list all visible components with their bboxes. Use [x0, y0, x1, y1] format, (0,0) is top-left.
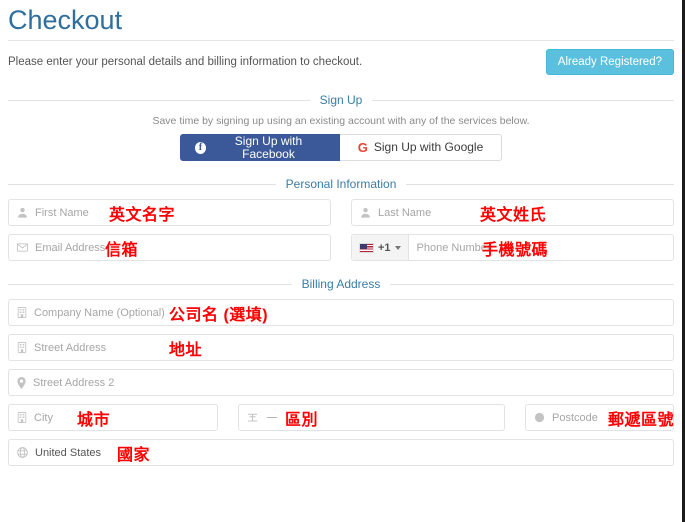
- street-address-annotation: 地址: [169, 341, 203, 359]
- postcode-field[interactable]: Postcode 郵遞區號: [525, 404, 674, 431]
- phone-field[interactable]: +1 Phone Number 手機號碼: [351, 234, 674, 261]
- divider-line-left: [8, 183, 276, 185]
- last-name-placeholder: Last Name: [378, 206, 432, 219]
- postcode-annotation: 郵遞區號: [608, 411, 675, 429]
- building-icon: [17, 307, 27, 318]
- personal-section-divider: Personal Information: [8, 177, 675, 191]
- country-value: United States: [35, 446, 102, 459]
- country-field[interactable]: United States 國家: [8, 439, 674, 466]
- state-empty-dash: [267, 417, 277, 418]
- signup-section-divider: Sign Up: [8, 93, 675, 107]
- email-field[interactable]: Email Address 信箱: [8, 234, 331, 261]
- facebook-icon: f: [195, 141, 206, 154]
- company-name-field[interactable]: Company Name (Optional) 公司名 (選填): [8, 299, 674, 326]
- checkout-page: Checkout Please enter your personal deta…: [0, 0, 685, 522]
- billing-section-label: Billing Address: [301, 277, 381, 291]
- signup-google-label: Sign Up with Google: [373, 140, 484, 154]
- divider-line-left: [8, 283, 292, 285]
- phone-country-code: +1: [378, 241, 391, 254]
- city-annotation: 城市: [77, 411, 111, 429]
- city-placeholder: City: [34, 411, 53, 424]
- signup-section-label: Sign Up: [319, 93, 363, 107]
- state-field[interactable]: 區別: [238, 404, 505, 431]
- map-pin-icon: [17, 376, 26, 389]
- state-annotation: 區別: [285, 411, 319, 429]
- flag-us-icon: [359, 242, 374, 253]
- email-placeholder: Email Address: [35, 241, 106, 254]
- social-signup-row: f Sign Up with Facebook G Sign Up with G…: [0, 134, 682, 161]
- page-title: Checkout: [8, 5, 123, 35]
- company-row: Company Name (Optional) 公司名 (選填): [0, 299, 682, 326]
- street-address-row: Street Address 地址: [0, 334, 682, 361]
- envelope-icon: [17, 242, 28, 253]
- page-subtitle: Please enter your personal details and b…: [8, 56, 363, 68]
- phone-annotation: 手機號碼: [482, 241, 549, 259]
- subheader-row: Please enter your personal details and b…: [0, 41, 682, 77]
- user-icon: [17, 207, 28, 218]
- personal-section-label: Personal Information: [285, 177, 397, 191]
- city-field[interactable]: City 城市: [8, 404, 218, 431]
- globe-icon: [17, 447, 28, 458]
- signup-google-button[interactable]: G Sign Up with Google: [340, 134, 502, 161]
- country-row: United States 國家: [0, 439, 682, 466]
- signup-note: Save time by signing up using an existin…: [152, 115, 530, 127]
- google-icon: G: [357, 140, 368, 155]
- region-icon: [247, 412, 258, 423]
- street-address-2-row: Street Address 2: [0, 369, 682, 396]
- signup-facebook-label: Sign Up with Facebook: [234, 133, 303, 161]
- name-row: First Name 英文名字 Last Name 英文姓氏: [0, 199, 682, 226]
- signup-facebook-button[interactable]: f Sign Up with Facebook: [180, 134, 340, 161]
- divider-line-right: [390, 283, 674, 285]
- first-name-field[interactable]: First Name 英文名字: [8, 199, 331, 226]
- phone-placeholder: Phone Number: [416, 241, 491, 254]
- first-name-annotation: 英文名字: [109, 206, 176, 224]
- last-name-annotation: 英文姓氏: [480, 206, 547, 224]
- divider-line-right: [372, 99, 675, 101]
- divider-line-left: [8, 99, 310, 101]
- phone-country-selector[interactable]: +1: [352, 235, 409, 260]
- country-annotation: 國家: [117, 446, 151, 464]
- billing-section-divider: Billing Address: [8, 277, 674, 291]
- chevron-down-icon: [394, 245, 401, 250]
- company-name-placeholder: Company Name (Optional): [34, 306, 165, 319]
- divider-line-right: [406, 183, 675, 185]
- building-icon: [17, 342, 27, 353]
- postcode-placeholder: Postcode: [552, 411, 598, 424]
- circle-icon: [534, 412, 545, 423]
- company-name-annotation: 公司名 (選填): [169, 306, 269, 324]
- street-address-2-field[interactable]: Street Address 2: [8, 369, 674, 396]
- last-name-field[interactable]: Last Name 英文姓氏: [351, 199, 674, 226]
- contact-row: Email Address 信箱 +1 Phone Number 手機號碼: [0, 234, 682, 261]
- street-address-2-placeholder: Street Address 2: [33, 376, 115, 389]
- user-icon: [360, 207, 371, 218]
- street-address-field[interactable]: Street Address 地址: [8, 334, 674, 361]
- already-registered-button[interactable]: Already Registered?: [545, 49, 674, 75]
- first-name-placeholder: First Name: [35, 206, 89, 219]
- city-state-post-row: City 城市 區別 Postcode 郵遞區號: [0, 404, 682, 431]
- street-address-placeholder: Street Address: [34, 341, 107, 354]
- building-icon: [17, 412, 27, 423]
- email-annotation: 信箱: [105, 241, 139, 259]
